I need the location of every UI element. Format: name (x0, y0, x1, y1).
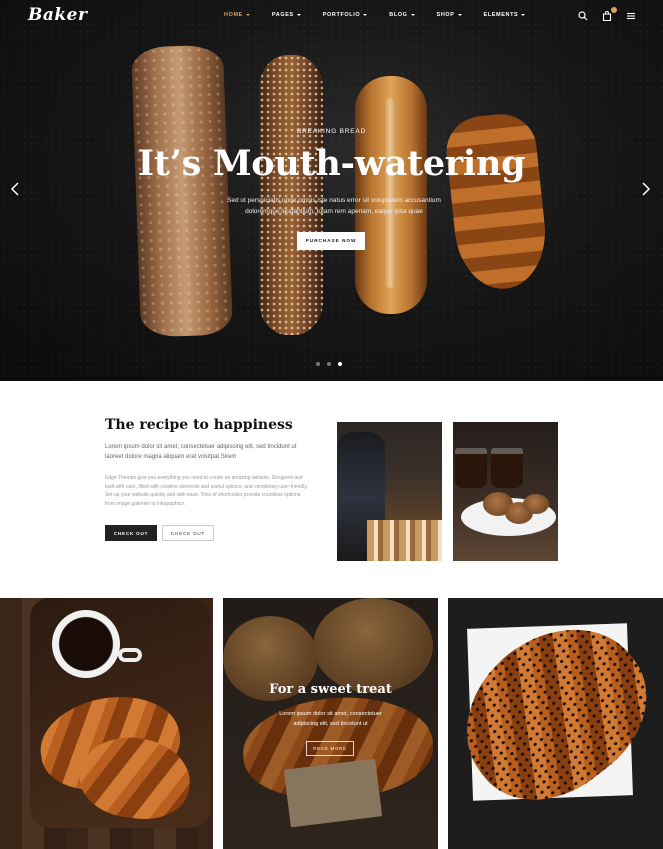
gallery-tile-sweet-treat[interactable]: For a sweet treat Lorem ipsum dolor sit … (223, 598, 438, 849)
menu-item-home[interactable]: HOME (224, 12, 250, 18)
hero-slider: Baker HOME PAGES PORTFOLIO BLOG SHOP ELE… (0, 0, 663, 381)
purchase-now-button[interactable]: PURCHASE NOW (297, 232, 365, 250)
menu-item-shop[interactable]: SHOP (437, 12, 462, 18)
top-navigation: Baker HOME PAGES PORTFOLIO BLOG SHOP ELE… (0, 0, 663, 34)
hero-eyebrow: BREAKING BREAD (297, 128, 366, 135)
bakery-counter-photo (337, 422, 442, 561)
tile-text: Lorem ipsum dolor sit amet, consectetuer… (279, 711, 382, 727)
gallery-tile-coffee-croissants[interactable] (0, 598, 213, 849)
cart-icon[interactable] (601, 7, 617, 22)
slider-dot[interactable] (316, 362, 320, 366)
menu-item-blog[interactable]: BLOG (389, 12, 415, 18)
espresso-cup (491, 448, 523, 488)
coffee-cookies-photo (453, 422, 558, 561)
about-title: The recipe to happiness (105, 417, 293, 433)
about-body: Edge Themes give you everything you need… (105, 475, 308, 507)
cookie (523, 494, 549, 514)
menu-label: BLOG (389, 12, 408, 18)
menu-label: PAGES (271, 12, 294, 18)
about-lead: Lorem ipsum dolor sit amet, consectetuer… (105, 444, 297, 460)
hero-headline: It’s Mouth-watering (137, 143, 526, 184)
menu-item-pages[interactable]: PAGES (272, 12, 301, 18)
coffee-cup (52, 610, 120, 678)
menu-label: HOME (224, 12, 243, 18)
chevron-down-icon (410, 14, 415, 16)
chevron-down-icon (521, 14, 526, 16)
slider-dot-active[interactable] (338, 362, 342, 366)
tile-title: For a sweet treat (269, 682, 392, 697)
menu-label: ELEMENTS (483, 12, 519, 18)
header-icons (577, 7, 637, 22)
slider-dot[interactable] (327, 362, 331, 366)
menu-label: SHOP (436, 12, 455, 18)
chevron-down-icon (457, 14, 462, 16)
menu-item-elements[interactable]: ELEMENTS (484, 12, 526, 18)
slider-next-arrow-icon[interactable] (641, 182, 651, 196)
pastry-tray (367, 520, 442, 561)
cart-badge (611, 7, 617, 13)
chevron-down-icon (296, 14, 301, 16)
slider-prev-arrow-icon[interactable] (10, 182, 20, 196)
menu-item-portfolio[interactable]: PORTFOLIO (322, 12, 368, 18)
cup-handle (118, 648, 142, 662)
page: Baker HOME PAGES PORTFOLIO BLOG SHOP ELE… (0, 0, 663, 849)
hero-subtitle: Sed ut perspiciatis unde omnis iste natu… (227, 197, 441, 215)
menu-icon[interactable] (625, 10, 637, 22)
gallery-tile-chocolate-croissant[interactable] (448, 598, 663, 849)
search-icon[interactable] (577, 10, 589, 22)
main-menu: HOME PAGES PORTFOLIO BLOG SHOP ELEMENTS (224, 12, 547, 18)
slider-pagination (316, 362, 342, 366)
check-out-button-primary[interactable]: CHECK OUT (105, 525, 157, 541)
espresso-cup (455, 448, 487, 488)
flour-texture (0, 0, 663, 381)
chevron-down-icon (245, 14, 250, 16)
check-out-button-secondary[interactable]: CHECK OUT (162, 525, 214, 541)
menu-label: PORTFOLIO (322, 12, 361, 18)
read-more-button[interactable]: READ MORE (306, 741, 354, 756)
site-logo[interactable]: Baker (28, 5, 87, 25)
hero-bread-ciabatta (130, 44, 234, 338)
chevron-down-icon (363, 14, 368, 16)
